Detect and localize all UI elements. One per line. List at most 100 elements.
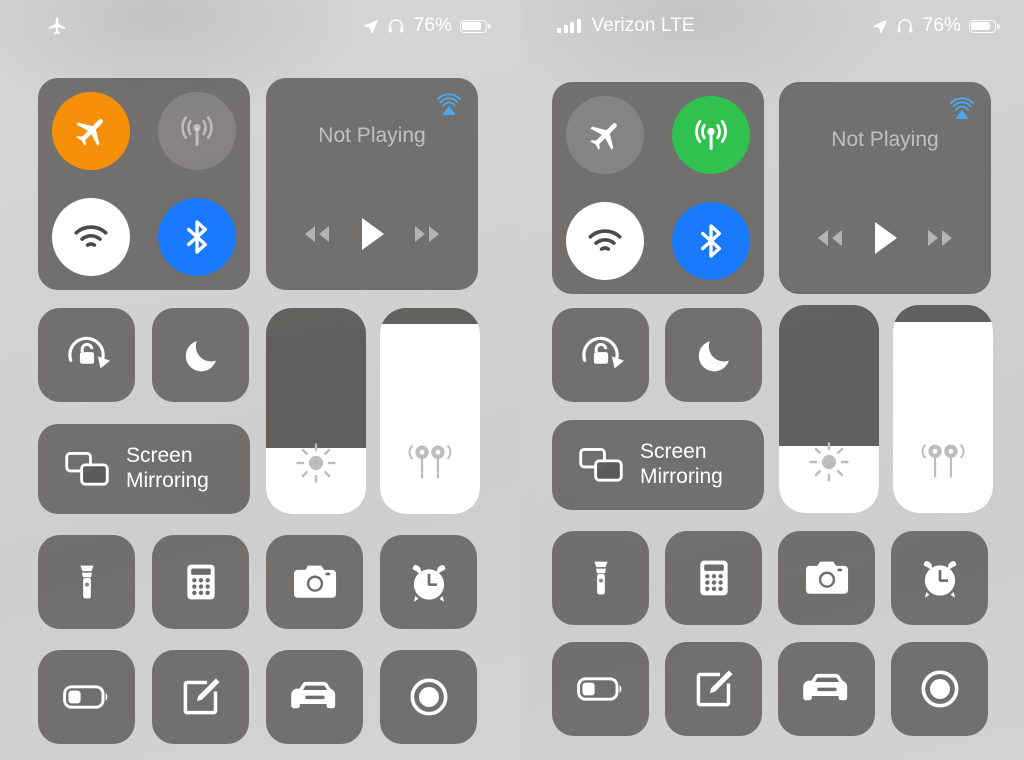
fast-forward-button[interactable]	[924, 225, 958, 251]
low-power-mode-button[interactable]	[552, 642, 649, 736]
volume-slider[interactable]	[380, 308, 480, 514]
cellular-data-toggle[interactable]	[144, 78, 250, 184]
calculator-button[interactable]	[665, 531, 762, 625]
battery-percent-label: 76%	[413, 15, 452, 36]
control-center-panel-airplane-on: 76% Not Playing Screen Mirroring	[0, 0, 521, 760]
headphones-icon	[387, 17, 405, 35]
battery-icon	[969, 19, 1000, 33]
camera-button[interactable]	[778, 531, 875, 625]
brightness-slider[interactable]	[779, 305, 879, 513]
battery-icon	[576, 674, 625, 704]
rewind-button[interactable]	[812, 225, 846, 251]
location-arrow-icon	[363, 18, 380, 35]
airplane-icon	[566, 96, 644, 174]
screen-mirroring-icon	[64, 450, 110, 488]
cellular-data-toggle[interactable]	[658, 82, 764, 188]
calculator-button[interactable]	[152, 535, 249, 629]
brightness-slider[interactable]	[266, 308, 366, 514]
alarm-clock-icon	[917, 555, 963, 601]
screen-mirroring-label: Screen Mirroring	[126, 444, 209, 494]
control-center-comparison: 76% Not Playing Screen Mirroring Verizon…	[0, 0, 1024, 760]
battery-icon	[62, 682, 111, 712]
calculator-icon	[180, 561, 222, 603]
beats-earphones-icon	[893, 437, 993, 483]
camera-button[interactable]	[266, 535, 363, 629]
wifi-toggle[interactable]	[552, 188, 658, 294]
signal-bars-icon	[557, 19, 581, 33]
car-mode-button[interactable]	[778, 642, 875, 736]
flashlight-button[interactable]	[552, 531, 649, 625]
alarm-button[interactable]	[891, 531, 988, 625]
battery-icon	[460, 19, 491, 33]
screen-mirroring-button[interactable]: Screen Mirroring	[38, 424, 250, 514]
flashlight-button[interactable]	[38, 535, 135, 629]
volume-slider-fill	[893, 321, 993, 513]
brightness-sun-icon	[266, 440, 366, 486]
media-playback-module[interactable]: Not Playing	[266, 78, 478, 290]
screen-record-button[interactable]	[891, 642, 988, 736]
control-center-panel-cellular-on: Verizon LTE 76% Not Playing Screen Mirro…	[521, 0, 1024, 760]
notes-button[interactable]	[152, 650, 249, 744]
rotation-lock-toggle[interactable]	[552, 308, 649, 402]
do-not-disturb-toggle[interactable]	[152, 308, 249, 402]
screen-record-icon	[917, 666, 963, 712]
connectivity-module[interactable]	[38, 78, 250, 290]
bluetooth-toggle[interactable]	[658, 188, 764, 294]
airplay-audio-icon[interactable]	[947, 94, 977, 124]
cellular-antenna-icon	[672, 96, 750, 174]
fast-forward-button[interactable]	[411, 221, 445, 247]
screen-mirroring-line2: Mirroring	[640, 465, 723, 488]
notes-pencil-icon	[692, 667, 736, 711]
airplane-mode-toggle[interactable]	[552, 82, 658, 188]
airplay-audio-icon[interactable]	[434, 90, 464, 120]
moon-icon	[180, 334, 222, 376]
rotation-lock-toggle[interactable]	[38, 308, 135, 402]
car-icon	[290, 678, 340, 716]
alarm-clock-icon	[406, 559, 452, 605]
rotation-lock-icon	[62, 330, 112, 380]
rewind-button[interactable]	[299, 221, 333, 247]
cellular-antenna-icon	[158, 92, 236, 170]
car-mode-button[interactable]	[266, 650, 363, 744]
rotation-lock-icon	[576, 330, 626, 380]
screen-mirroring-icon	[578, 446, 624, 484]
airplane-icon	[46, 15, 68, 37]
alarm-button[interactable]	[380, 535, 477, 629]
bluetooth-icon	[158, 198, 236, 276]
bluetooth-toggle[interactable]	[144, 184, 250, 290]
play-button[interactable]	[869, 219, 901, 257]
camera-icon	[291, 560, 339, 604]
screen-mirroring-label: Screen Mirroring	[640, 440, 723, 490]
notes-pencil-icon	[179, 675, 223, 719]
bluetooth-icon	[672, 202, 750, 280]
screen-record-icon	[406, 674, 452, 720]
battery-percent-label: 76%	[922, 15, 961, 36]
notes-button[interactable]	[665, 642, 762, 736]
play-button[interactable]	[356, 215, 388, 253]
wifi-toggle[interactable]	[38, 184, 144, 290]
screen-mirroring-line2: Mirroring	[126, 469, 209, 492]
flashlight-icon	[65, 560, 109, 604]
screen-mirroring-line1: Screen	[640, 440, 707, 464]
screen-mirroring-line1: Screen	[126, 444, 193, 468]
camera-icon	[803, 556, 851, 600]
low-power-mode-button[interactable]	[38, 650, 135, 744]
airplane-icon	[52, 92, 130, 170]
status-bar: 76%	[0, 0, 521, 52]
do-not-disturb-toggle[interactable]	[665, 308, 762, 402]
beats-earphones-icon	[380, 438, 480, 484]
screen-mirroring-button[interactable]: Screen Mirroring	[552, 420, 764, 510]
airplane-mode-toggle[interactable]	[38, 78, 144, 184]
volume-slider-fill	[380, 324, 480, 514]
wifi-icon	[52, 198, 130, 276]
connectivity-module[interactable]	[552, 82, 764, 294]
volume-slider[interactable]	[893, 305, 993, 513]
media-title: Not Playing	[831, 128, 939, 151]
brightness-sun-icon	[779, 439, 879, 485]
screen-record-button[interactable]	[380, 650, 477, 744]
flashlight-icon	[579, 556, 623, 600]
moon-icon	[693, 334, 735, 376]
car-icon	[802, 670, 852, 708]
headphones-icon	[896, 17, 914, 35]
media-playback-module[interactable]: Not Playing	[779, 82, 991, 294]
